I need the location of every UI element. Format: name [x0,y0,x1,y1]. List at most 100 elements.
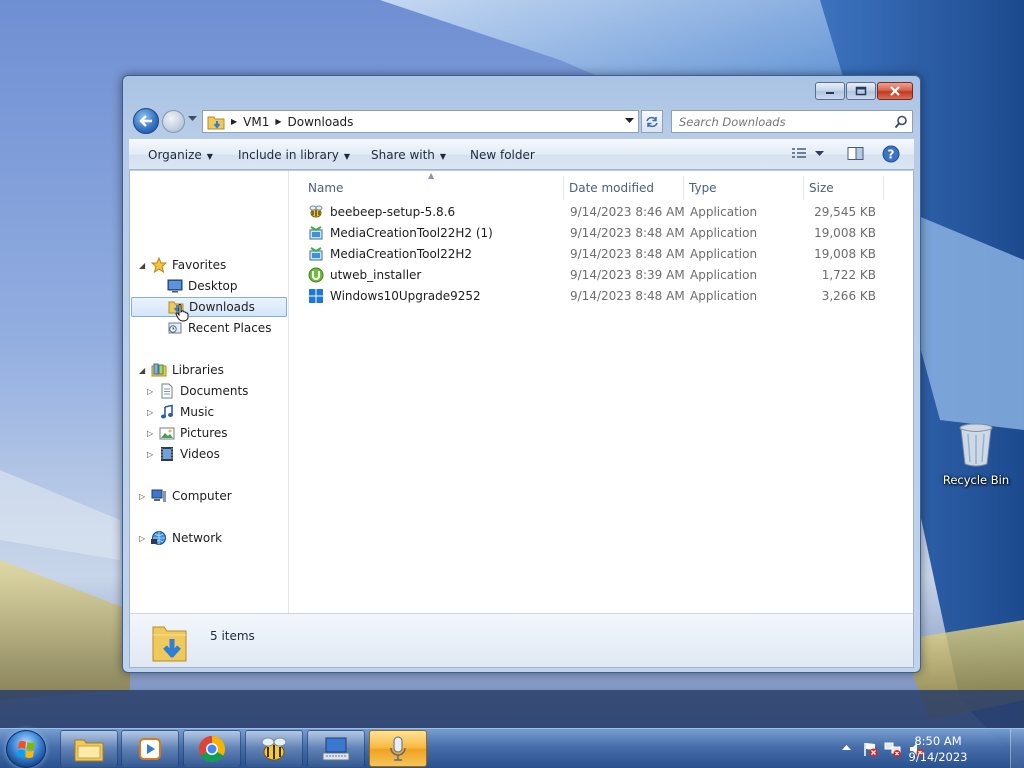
column-divider[interactable] [563,176,564,200]
more-views-dropdown-icon[interactable] [815,151,824,157]
restore-button[interactable] [846,82,876,100]
column-header-name[interactable]: Name [308,176,343,200]
taskbar-microphone-button[interactable] [369,730,427,767]
breadcrumb-separator[interactable]: ▶ [275,117,281,126]
file-row[interactable]: MediaCreationTool22H2 9/14/2023 8:48 AM … [300,244,890,265]
nav-libraries[interactable]: ◢ Libraries [139,360,224,380]
nav-libraries-label: Libraries [172,363,224,377]
nav-network[interactable]: ▷ Network [139,528,222,548]
clock[interactable]: 8:50 AM 9/14/2023 [908,733,968,765]
help-icon[interactable]: ? [882,145,900,163]
file-row[interactable]: Windows10Upgrade9252 9/14/2023 8:48 AM A… [300,286,890,307]
file-row[interactable]: utweb_installer 9/14/2023 8:39 AM Applic… [300,265,890,286]
tree-icon-wrapper [151,488,167,504]
tree-icon-wrapper [167,278,183,294]
file-size: 19,008 KB [814,247,876,261]
breadcrumb-separator[interactable]: ▶ [231,117,237,126]
include-in-library-menu[interactable]: Include in library ▼ [238,148,350,162]
taskbar-beebeep-button[interactable] [245,730,303,767]
show-desktop-button[interactable] [1010,729,1024,768]
column-header-size[interactable]: Size [809,176,834,200]
search-box[interactable] [671,110,913,133]
caption-buttons [814,82,913,100]
recycle-bin-icon [959,423,993,467]
navigation-pane: ◢ Favorites Desktop Downloads Recent Places ◢… [130,171,289,613]
recycle-bin-desktop-icon[interactable]: Recycle Bin [940,420,1012,487]
close-button[interactable] [877,82,913,100]
address-bar[interactable]: ▶ VM1 ▶ Downloads [202,110,639,133]
preview-pane-icon[interactable] [847,146,864,162]
file-name: Windows10Upgrade9252 [330,289,481,303]
expand-closed-icon[interactable]: ▷ [139,534,149,543]
chrome-icon [198,735,226,762]
taskbar-chrome-button[interactable] [183,730,241,767]
nav-recent-places-label: Recent Places [188,321,272,335]
expand-closed-icon[interactable]: ▷ [147,387,157,396]
expand-open-icon[interactable]: ◢ [139,366,149,375]
expand-open-icon[interactable]: ◢ [139,261,149,270]
nav-downloads[interactable]: Downloads [131,297,287,317]
column-date-label: Date modified [569,181,655,195]
address-dropdown-icon[interactable] [625,118,634,124]
chevron-down-icon: ▼ [343,152,351,161]
tree-icon-wrapper [151,530,167,546]
search-input[interactable] [679,114,889,129]
action-center-flag-icon[interactable] [862,741,878,757]
microphone-icon [390,736,406,761]
start-button[interactable] [6,730,46,768]
sort-ascending-icon: ▲ [428,171,435,180]
file-list: ▲ Name Date modified Type Size beebeep-s… [290,171,913,613]
minimize-button[interactable] [815,82,845,100]
music-icon [161,404,173,419]
breadcrumb-downloads[interactable]: Downloads [288,115,354,129]
nav-recent-places[interactable]: Recent Places [155,318,271,338]
nav-computer[interactable]: ▷ Computer [139,486,232,506]
file-row[interactable]: MediaCreationTool22H2 (1) 9/14/2023 8:48… [300,223,890,244]
nav-favorites[interactable]: ◢ Favorites [139,255,226,275]
content-area: ◢ Favorites Desktop Downloads Recent Places ◢… [129,171,914,613]
column-header-date-modified[interactable]: Date modified [569,176,654,200]
expand-closed-icon[interactable]: ▷ [139,492,149,501]
change-view-icon[interactable] [791,146,807,162]
share-with-menu[interactable]: Share with ▼ [371,148,446,162]
forward-button[interactable] [162,110,185,133]
file-row[interactable]: beebeep-setup-5.8.6 9/14/2023 8:46 AM Ap… [300,202,890,223]
recycle-bin-label: Recycle Bin [942,473,1010,487]
taskbar-media-player-button[interactable] [121,730,179,767]
organize-menu[interactable]: Organize ▼ [148,148,213,162]
column-divider[interactable] [803,176,804,200]
expand-closed-icon[interactable]: ▷ [147,408,157,417]
nav-pictures[interactable]: ▷ Pictures [147,423,228,443]
recent-pages-dropdown-icon[interactable] [188,116,197,122]
breadcrumb-vm1[interactable]: VM1 [243,115,269,129]
column-divider[interactable] [883,176,884,200]
column-name-label: Name [308,181,344,195]
file-name: MediaCreationTool22H2 (1) [330,226,493,240]
back-button[interactable] [133,108,159,134]
beebeep-icon [309,205,323,218]
chevron-down-icon: ▼ [439,152,447,161]
file-type: Application [690,247,758,261]
command-bar: Organize ▼ Include in library ▼ Share with… [129,139,914,170]
nav-desktop[interactable]: Desktop [155,276,238,296]
computer-icon [151,489,166,502]
refresh-button[interactable] [641,110,663,133]
expand-closed-icon[interactable]: ▷ [147,429,157,438]
new-folder-button[interactable]: New folder [470,148,535,162]
column-header-type[interactable]: Type [689,176,717,200]
nav-documents[interactable]: ▷ Documents [147,381,248,401]
taskbar-explorer-button[interactable] [60,730,118,767]
taskbar-keyboard-button[interactable] [307,730,365,767]
expand-closed-icon[interactable]: ▷ [147,450,157,459]
nav-music[interactable]: ▷ Music [147,402,214,422]
nav-videos[interactable]: ▷ Videos [147,444,220,464]
nav-favorites-label: Favorites [172,258,227,272]
clock-time: 8:50 AM [914,734,962,748]
file-name: beebeep-setup-5.8.6 [330,205,456,219]
column-divider[interactable] [683,176,684,200]
search-icon[interactable] [894,115,908,129]
network-status-icon[interactable] [884,741,902,757]
show-hidden-icons-icon[interactable] [842,744,851,751]
file-type: Application [690,226,758,240]
back-arrow-icon [139,115,152,127]
